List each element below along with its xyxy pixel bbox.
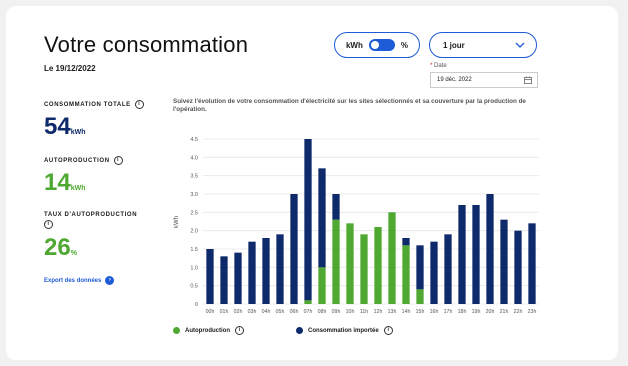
chevron-down-icon <box>515 42 525 48</box>
kpi-auto-number: 14 <box>44 169 71 196</box>
kpi-rate-label: TAUX D'AUTOPRODUCTION i <box>44 212 137 229</box>
unit-toggle[interactable]: kWh % <box>334 32 420 58</box>
info-icon[interactable]: i <box>235 326 244 335</box>
legend-autoproduction-label: Autoproduction <box>185 327 230 334</box>
kpi-rate-number: 26 <box>44 234 71 261</box>
page-title: Votre consommation <box>44 32 249 57</box>
switch-knob <box>370 41 379 49</box>
chart-description: Suivez l'évolution de votre consommation… <box>173 98 526 113</box>
info-icon[interactable]: i <box>383 326 393 335</box>
required-mark: * <box>430 63 433 69</box>
date-field-label: * Date <box>430 63 447 69</box>
current-date: Le 19/12/2022 <box>44 64 96 73</box>
period-value: 1 jour <box>443 41 465 50</box>
legend-imported-swatch <box>296 327 303 334</box>
kpi-total-value: 54kWh <box>44 113 85 141</box>
kpi-auto-unit: kWh <box>70 185 86 192</box>
consumption-card <box>6 6 618 360</box>
unit-kwh-label: kWh <box>345 40 363 50</box>
info-icon[interactable]: i <box>44 220 53 229</box>
kpi-total-number: 54 <box>44 113 71 140</box>
legend-imported-label: Consommation importée <box>308 327 379 334</box>
kpi-auto-value: 14kWh <box>44 169 85 197</box>
kpi-auto-label: AUTOPRODUCTION i <box>44 156 123 165</box>
date-label-text: Date <box>434 63 447 69</box>
export-label: Export des données <box>44 277 102 284</box>
legend-autoproduction-swatch <box>173 327 180 334</box>
kpi-total-label: CONSOMMATION TOTALE i <box>44 100 144 109</box>
kpi-rate-unit: % <box>70 250 77 257</box>
kpi-total-label-text: CONSOMMATION TOTALE <box>44 101 131 108</box>
info-icon[interactable]: i <box>134 100 144 109</box>
export-data-link[interactable]: Export des données › <box>44 276 115 285</box>
kpi-auto-label-text: AUTOPRODUCTION <box>44 157 110 164</box>
calendar-icon[interactable] <box>524 76 532 84</box>
legend-autoproduction: Autoproduction i <box>173 326 244 335</box>
arrow-right-icon: › <box>105 276 115 285</box>
unit-percent-label: % <box>400 40 408 50</box>
period-select[interactable]: 1 jour <box>429 32 537 58</box>
date-input-value: 19 déc. 2022 <box>437 77 472 83</box>
unit-switch[interactable] <box>368 39 395 51</box>
date-input[interactable]: 19 déc. 2022 <box>430 72 538 88</box>
info-icon[interactable]: i <box>113 156 123 165</box>
kpi-total-unit: kWh <box>70 129 86 136</box>
legend-imported: Consommation importée i <box>296 326 393 335</box>
kpi-rate-value: 26% <box>44 234 77 262</box>
kpi-rate-label-text: TAUX D'AUTOPRODUCTION <box>44 212 138 218</box>
